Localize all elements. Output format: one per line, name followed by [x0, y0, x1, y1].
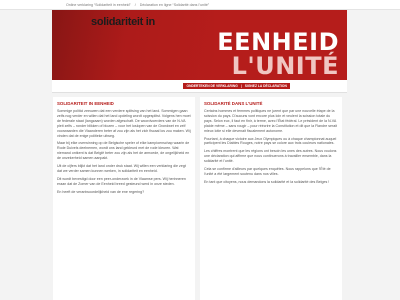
- paragraph: Certains hommes et femmes politiques ne …: [204, 109, 338, 133]
- hero-title-fr: L'UNITÉ: [231, 52, 339, 80]
- main-navigation: ONDERTEKEN DE VERKLARING | SIGNEZ LA DÉC…: [52, 80, 347, 93]
- paragraph: Pourtant, à chaque victoire aux Jeux Oly…: [204, 136, 337, 146]
- column-dutch: SOLIDARITEIT IN EENHEID Sommige politici…: [53, 97, 195, 300]
- site-title-small[interactable]: solidariteit in: [91, 16, 155, 28]
- paragraph: En heeft de verantwoordelijkheid van de …: [57, 189, 145, 194]
- paragraph: Sommige politici zeeuwen dat een verdere…: [57, 109, 191, 138]
- column-heading: SOLIDARITEIT IN EENHEID: [57, 101, 114, 106]
- paragraph: Maar bij elke overwinning op de Belgisch…: [57, 141, 190, 161]
- topbar-link-fr[interactable]: Déclaration en ligne “Solidarité dans l’…: [140, 3, 209, 7]
- topbar-separator: /: [134, 3, 136, 7]
- paragraph: Uit de cijfers blijkt dat het land onder…: [57, 164, 186, 173]
- paragraph: Dit wordt bevestigd door een peer-onderz…: [57, 176, 186, 186]
- paragraph: En tant que citoyens, nous demandons la …: [204, 179, 330, 184]
- paragraph: Les chiffres montrent que les régions on…: [204, 149, 337, 164]
- topbar-link-nl[interactable]: Online verklaring “Solidariteit in eenhe…: [66, 3, 131, 7]
- nav-tab-sign-nl[interactable]: ONDERTEKEN DE VERKLARING: [185, 84, 239, 88]
- nav-tab-sign-fr[interactable]: SIGNEZ LA DÉCLARATION: [243, 84, 288, 88]
- top-info-bar: Online verklaring “Solidariteit in eenhe…: [0, 0, 400, 10]
- hero-banner: solidariteit in EENHEID L'UNITÉ: [52, 10, 347, 80]
- column-french: SOLIDARITÉ DANS L'UNITÉ Certains hommes …: [200, 97, 342, 300]
- nav-tab-group: ONDERTEKEN DE VERKLARING | SIGNEZ LA DÉC…: [183, 83, 291, 89]
- content-area: SOLIDARITEIT IN EENHEID Sommige politici…: [53, 97, 347, 300]
- column-heading: SOLIDARITÉ DANS L'UNITÉ: [204, 101, 263, 106]
- paragraph: Cela se confirme d'ailleurs par quelques…: [204, 167, 331, 176]
